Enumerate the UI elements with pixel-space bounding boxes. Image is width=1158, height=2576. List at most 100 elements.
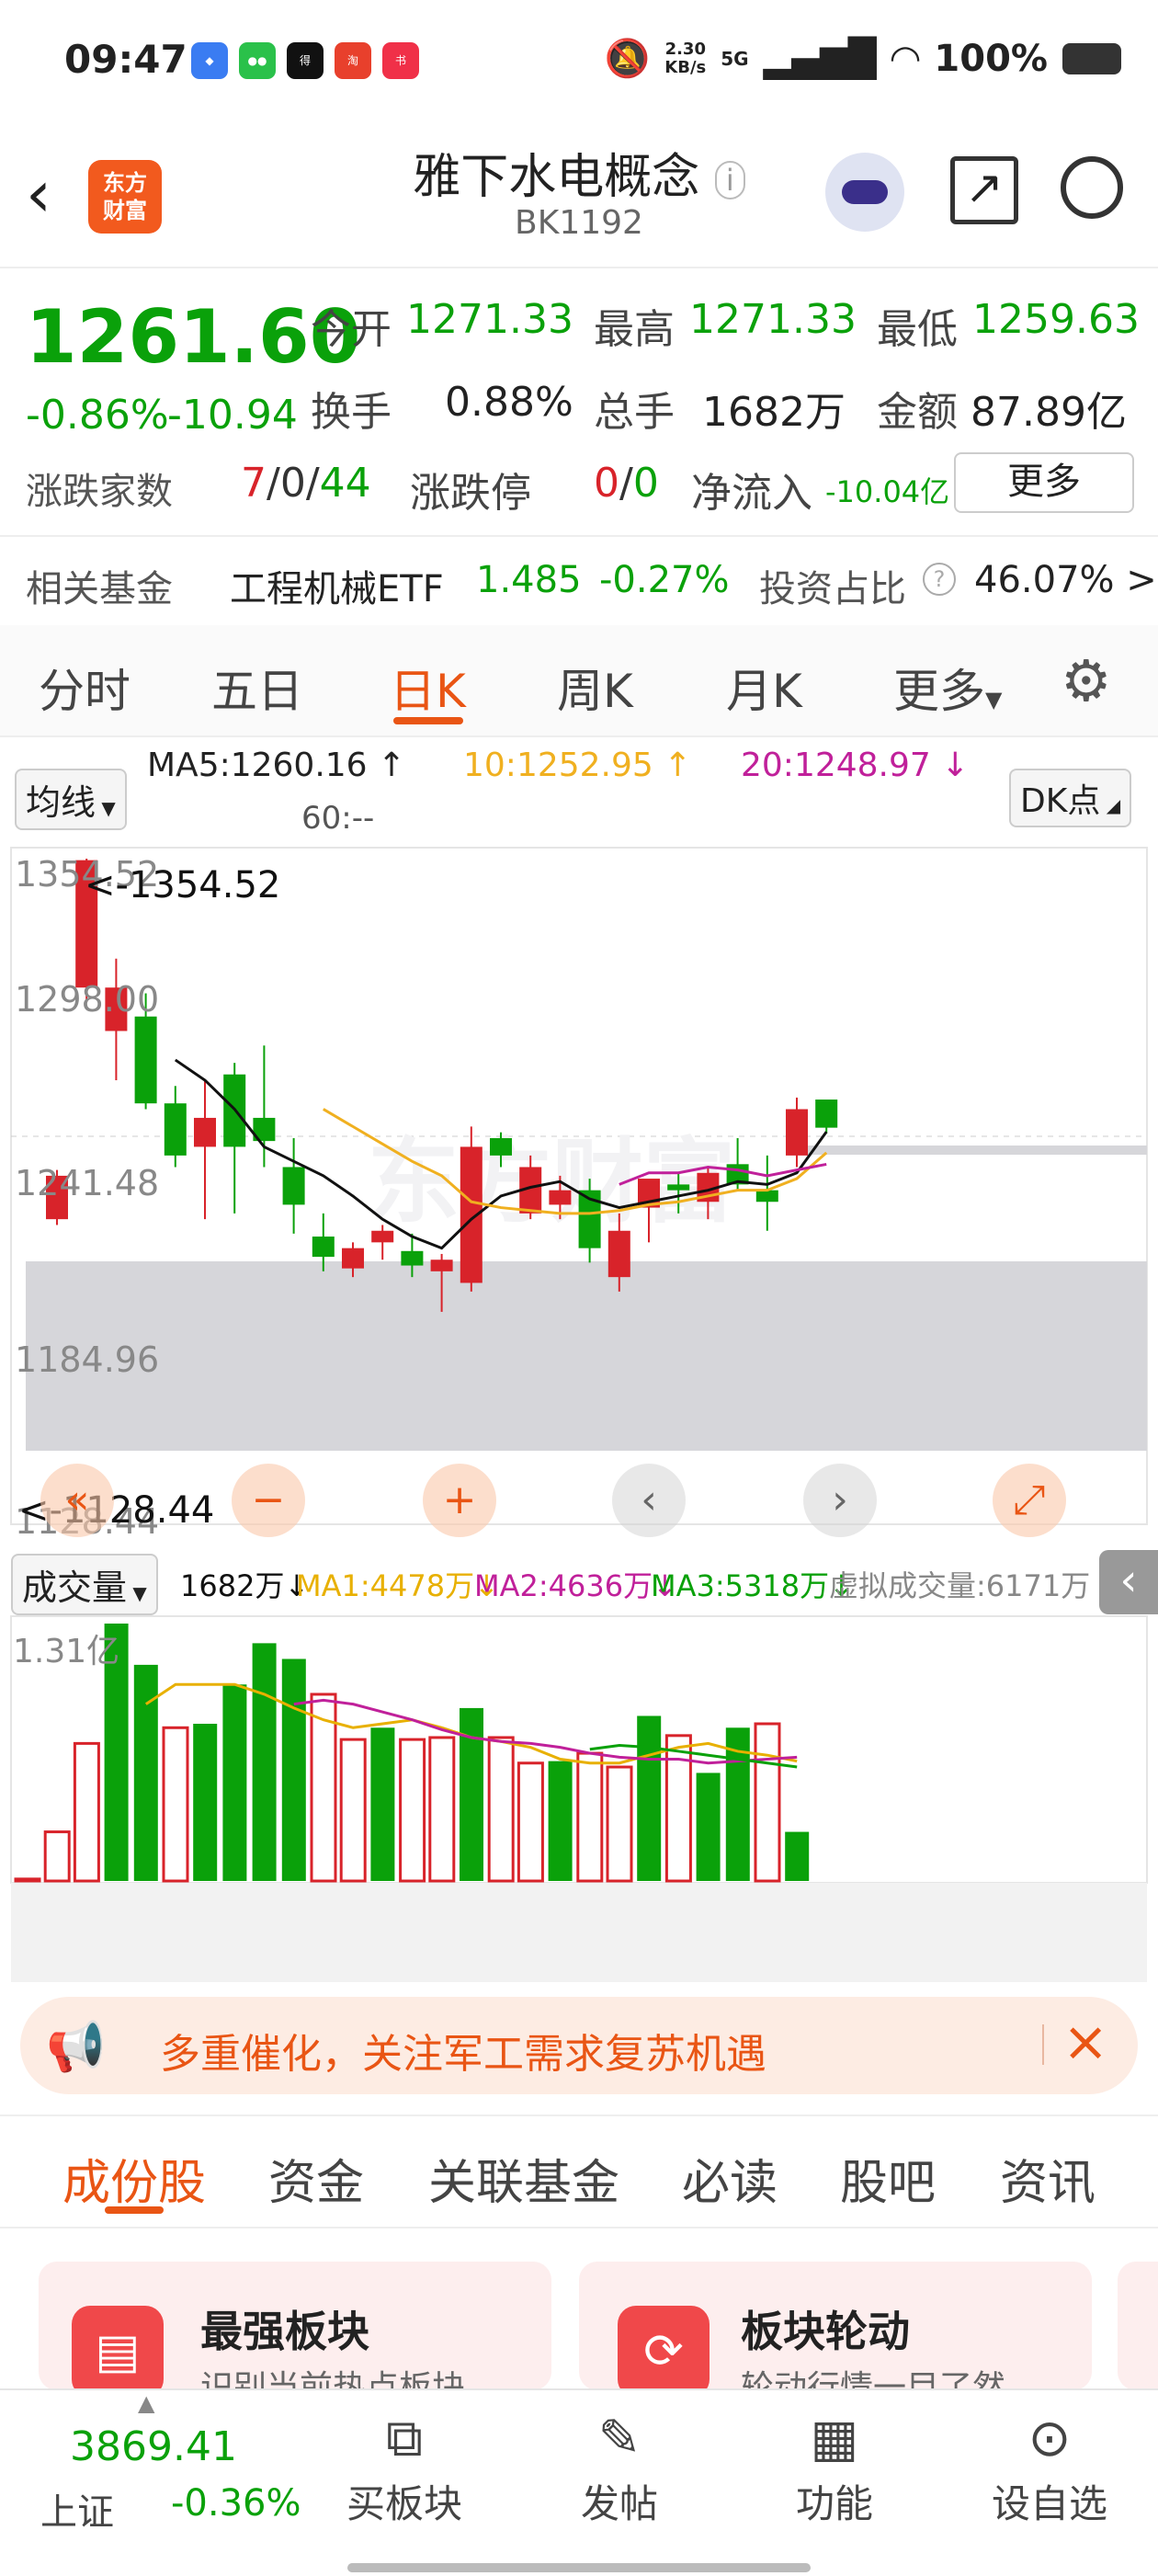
more-button[interactable]: 更多 — [954, 452, 1134, 513]
volume-bar[interactable] — [606, 1765, 633, 1883]
volume-bar[interactable] — [785, 1831, 810, 1881]
tab-five-day[interactable]: 五日 — [211, 655, 303, 721]
volume-bar[interactable] — [664, 1734, 692, 1883]
tab-weekly-k[interactable]: 周K — [557, 655, 633, 721]
dk-point-button[interactable]: DK点 ◢ — [1009, 769, 1132, 827]
candle-body[interactable] — [401, 1250, 424, 1266]
fullscreen-icon[interactable]: ⤢ — [993, 1464, 1066, 1537]
nav-functions[interactable]: 功能 — [761, 2473, 908, 2529]
volume-bar[interactable] — [193, 1724, 218, 1881]
nav-add-watchlist[interactable]: 设自选 — [976, 2473, 1123, 2529]
nav-post[interactable]: 发帖 — [546, 2473, 693, 2529]
add-watchlist-icon[interactable]: ⊙ — [976, 2409, 1123, 2468]
volume-bar[interactable] — [43, 1830, 71, 1883]
volume-bar[interactable] — [339, 1738, 367, 1883]
limit-up-count: 0 — [594, 460, 619, 507]
candle-body[interactable] — [430, 1260, 453, 1271]
zoom-out-icon[interactable]: − — [232, 1464, 305, 1537]
volume-bar[interactable] — [517, 1761, 544, 1883]
index-value[interactable]: 3869.41 — [70, 2423, 237, 2470]
help-icon[interactable]: ? — [923, 563, 956, 596]
volume-max-label: 1.31亿 — [13, 1633, 119, 1670]
volume-selector-label: 成交量 — [22, 1567, 128, 1608]
zoom-in-icon[interactable]: + — [423, 1464, 496, 1537]
high-marker: <-1354.52 — [85, 864, 280, 906]
volume-bar[interactable] — [370, 1727, 395, 1881]
amount-value: 87.89亿 — [971, 389, 1127, 436]
vol-ma3: MA3:5318万↓ — [651, 1568, 854, 1603]
volume-bar[interactable] — [222, 1684, 247, 1881]
volume-bar[interactable] — [428, 1736, 456, 1883]
volume-chart[interactable]: 1.31亿 20250721 20250807 20250826 — [0, 1614, 1158, 1982]
close-icon[interactable]: × — [1062, 2010, 1108, 2074]
candle-body[interactable] — [490, 1137, 512, 1156]
mute-icon: 🔕 — [604, 38, 651, 80]
nav-buy-sector[interactable]: 买板块 — [331, 2473, 478, 2529]
ratio-value[interactable]: 46.07% > — [974, 559, 1157, 601]
volume-bar[interactable] — [696, 1772, 721, 1881]
search-icon[interactable] — [1061, 156, 1123, 219]
candle-body[interactable] — [134, 1016, 157, 1104]
card-sector-rotation[interactable]: ⟳ 板块轮动 轮动行情一目了然 — [579, 2262, 1092, 2407]
share-icon[interactable]: ↗ — [950, 156, 1018, 224]
candle-body[interactable] — [815, 1099, 838, 1128]
index-change[interactable]: -0.36% — [171, 2482, 301, 2525]
scroll-right-icon[interactable]: › — [803, 1464, 877, 1537]
volume-bar[interactable] — [754, 1722, 781, 1883]
volume-bar[interactable] — [281, 1658, 306, 1881]
ma5-value: MA5:1260.16 ↑ — [147, 747, 405, 784]
low-value: 1259.63 — [972, 296, 1140, 343]
volume-bar[interactable] — [14, 1877, 41, 1883]
volume-bar[interactable] — [637, 1715, 662, 1881]
tab-monthly-k[interactable]: 月K — [726, 655, 802, 721]
index-name[interactable]: 上证 — [40, 2482, 114, 2536]
down-count: 44 — [319, 460, 371, 507]
settings-gear-icon[interactable]: ⚙ — [1061, 647, 1112, 714]
volume-bar[interactable] — [252, 1643, 277, 1881]
candle-body[interactable] — [607, 1230, 630, 1278]
candle-body[interactable] — [342, 1248, 364, 1269]
tab-intraday[interactable]: 分时 — [39, 655, 131, 721]
candle-body[interactable] — [282, 1167, 305, 1205]
candle-body[interactable] — [164, 1103, 187, 1156]
candle-body[interactable] — [549, 1190, 572, 1205]
ma-selector[interactable]: 均线 ▼ — [15, 769, 127, 830]
promo-banner[interactable]: 📢 多重催化，关注军工需求复苏机遇 × — [20, 1997, 1138, 2094]
tab-daily-k[interactable]: 日K — [390, 655, 466, 721]
candle-body[interactable] — [786, 1109, 808, 1156]
tab-related-funds[interactable]: 关联基金 — [428, 2144, 619, 2213]
scroll-left-fast-icon[interactable]: « — [40, 1464, 114, 1537]
tab-must-read[interactable]: 必读 — [682, 2144, 778, 2213]
rotation-icon: ⟳ — [618, 2306, 710, 2398]
post-edit-icon[interactable]: ✎ — [546, 2409, 693, 2468]
info-icon[interactable]: i — [714, 161, 745, 199]
tab-active-indicator — [393, 717, 463, 724]
volume-bar[interactable] — [576, 1751, 604, 1883]
volume-bar[interactable] — [487, 1736, 515, 1883]
tab-news[interactable]: 资讯 — [1000, 2144, 1096, 2213]
tab-funds[interactable]: 资金 — [268, 2144, 364, 2213]
tab-forum[interactable]: 股吧 — [840, 2144, 936, 2213]
tab-constituents[interactable]: 成份股 — [62, 2144, 206, 2213]
tab-more[interactable]: 更多▼ — [893, 655, 1002, 721]
candle-body[interactable] — [371, 1230, 394, 1243]
volume-selector[interactable]: 成交量 ▼ — [11, 1554, 158, 1615]
collapse-panel-icon[interactable]: ‹ — [1099, 1550, 1158, 1614]
volume-bar[interactable] — [399, 1738, 426, 1883]
candle-body[interactable] — [194, 1117, 216, 1147]
volume-bar[interactable] — [548, 1761, 573, 1881]
candle-body[interactable] — [667, 1184, 690, 1191]
volume-bar[interactable] — [73, 1741, 100, 1883]
candle-body[interactable] — [312, 1237, 335, 1258]
scroll-left-icon[interactable]: ‹ — [612, 1464, 686, 1537]
fund-name[interactable]: 工程机械ETF — [230, 559, 444, 612]
functions-grid-icon[interactable]: ▦ — [761, 2409, 908, 2468]
open-label: 今开 — [311, 306, 392, 353]
card-strongest-sector[interactable]: ▤ 最强板块 识别当前热点板块 — [39, 2262, 551, 2407]
volume-bar[interactable] — [162, 1726, 189, 1883]
candle-body[interactable] — [755, 1190, 778, 1203]
card-peek[interactable] — [1118, 2262, 1158, 2390]
buy-sector-icon[interactable]: ⧉ — [331, 2409, 478, 2469]
kline-chart[interactable]: 东方财富 1354.52 1298.00 1241.48 1184.96 112… — [0, 846, 1158, 1544]
robot-assistant-icon[interactable] — [825, 153, 904, 232]
